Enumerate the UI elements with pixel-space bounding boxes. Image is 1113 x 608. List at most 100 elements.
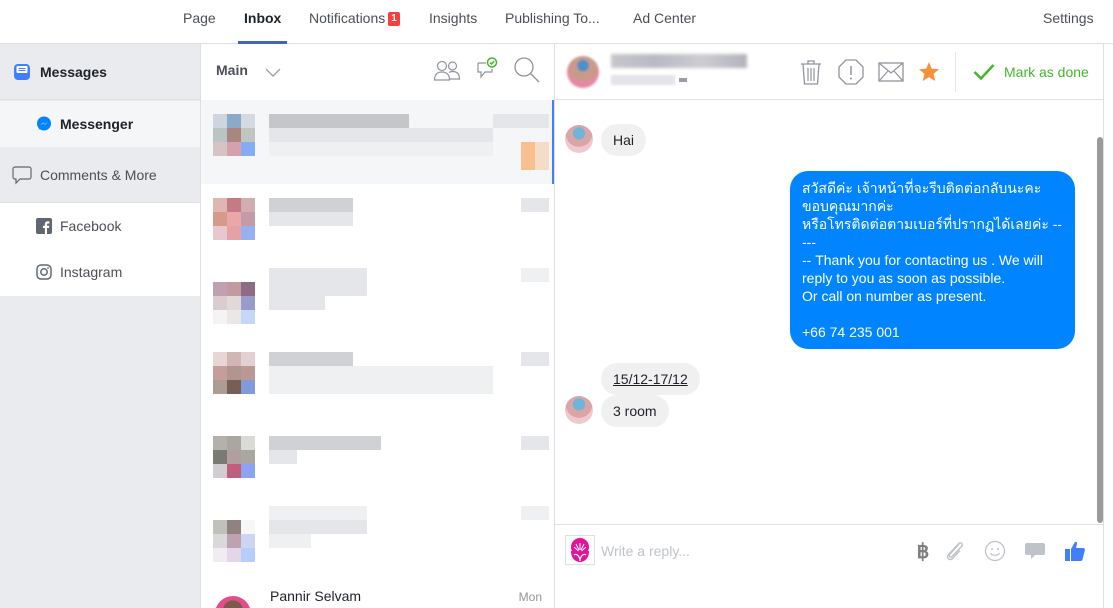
tab-inbox-label: Inbox: [244, 10, 282, 26]
facebook-icon: [36, 218, 52, 234]
sidebar-item-messages-label: Messages: [40, 64, 107, 80]
thread-name-blurred: [269, 436, 381, 450]
currency-baht-icon[interactable]: ฿: [911, 539, 935, 563]
comments-subgroup: Facebook Instagram: [0, 203, 200, 296]
thread-time-blurred: [521, 436, 549, 450]
inbox-sidebar: Messages Messenger Comments & More Faceb…: [0, 44, 200, 608]
message-text: 15/12-17/12: [613, 371, 688, 387]
thread-list-panel: Main Pannir Selvam Mon: [200, 44, 555, 608]
tab-page[interactable]: Page: [183, 0, 216, 44]
reply-input[interactable]: [601, 539, 901, 563]
page-avatar: [565, 535, 595, 565]
sidebar-item-instagram-label: Instagram: [60, 264, 123, 280]
thread-item[interactable]: [201, 100, 554, 184]
emoji-icon[interactable]: [983, 539, 1007, 563]
message-outgoing: สวัสดีค่ะ เจ้าหน้าที่จะรีบติดต่อกลับนะคะ…: [790, 171, 1075, 349]
thread-snippet-blurred: [269, 128, 493, 142]
sidebar-item-facebook-label: Facebook: [60, 218, 122, 234]
notification-count-badge: 1: [388, 12, 400, 26]
message-incoming: 15/12-17/12: [601, 363, 700, 395]
sender-avatar: [565, 396, 593, 424]
mark-as-done-button[interactable]: Mark as done: [973, 58, 1089, 86]
settings-link[interactable]: Settings: [1043, 0, 1094, 44]
thread-snippet-blurred: [269, 142, 493, 156]
tab-inbox[interactable]: Inbox: [237, 0, 288, 44]
contact-avatar[interactable]: [567, 56, 599, 88]
chevron-down-icon: [265, 65, 281, 77]
thread-time-blurred: [521, 198, 549, 212]
thread-snippet-blurred: [269, 520, 367, 534]
sidebar-item-facebook[interactable]: Facebook: [0, 203, 200, 249]
tab-insights[interactable]: Insights: [429, 0, 477, 44]
settings-label: Settings: [1043, 10, 1094, 26]
thread-snippet-blurred: [269, 296, 325, 310]
message-incoming: 3 room: [601, 395, 669, 427]
tab-page-label: Page: [183, 10, 216, 26]
message-text: Hai: [613, 132, 635, 148]
inbox-tray-icon: [13, 63, 31, 81]
chat-check-icon[interactable]: [475, 57, 499, 81]
checkmark-icon: [973, 63, 995, 81]
thread-item[interactable]: [201, 352, 554, 436]
contact-status-blurred: [679, 78, 687, 82]
tab-insights-label: Insights: [429, 10, 478, 26]
top-navigation: Page Inbox Notifications 1 Insights Publi…: [0, 0, 1113, 44]
thread-name-blurred: [269, 352, 353, 366]
sidebar-section-messages[interactable]: Messages: [0, 44, 200, 100]
delete-trash-icon[interactable]: [797, 58, 825, 86]
thread-snippet-blurred: [269, 366, 493, 380]
reply-composer: ฿: [555, 524, 1103, 608]
thread-list-header: Main: [201, 44, 554, 100]
spam-alert-icon[interactable]: [837, 58, 865, 86]
tab-publishing-tools-label: Publishing To...: [505, 10, 600, 26]
like-thumbs-up-icon[interactable]: [1063, 539, 1087, 563]
tab-ad-center[interactable]: Ad Center: [633, 0, 696, 44]
sidebar-item-instagram[interactable]: Instagram: [0, 249, 200, 295]
thread-item[interactable]: [201, 506, 554, 590]
thread-avatar: [215, 596, 251, 608]
sidebar-item-comments[interactable]: Comments & More: [0, 147, 200, 203]
messenger-icon: [36, 116, 52, 132]
speech-bubble-icon: [12, 165, 32, 185]
conversation-panel: Mark as done Hai สวัสดีค่ะ เจ้าหน้าที่จะ…: [555, 44, 1103, 608]
attach-paperclip-icon[interactable]: [943, 539, 967, 563]
thread-name-blurred: [269, 506, 367, 520]
sidebar-item-messenger[interactable]: Messenger: [0, 101, 200, 147]
thread-avatar: [213, 198, 255, 240]
thread-time: Mon: [518, 590, 542, 604]
right-edge-panel: [1103, 44, 1113, 608]
inbox-filter-label: Main: [216, 62, 248, 78]
sidebar-item-messenger-label: Messenger: [60, 116, 134, 132]
conversation-header: Mark as done: [555, 44, 1103, 100]
thread-item-pannir-selvam[interactable]: Pannir Selvam Mon: [201, 584, 554, 608]
tab-notifications-label: Notifications: [309, 10, 386, 26]
thread-item[interactable]: [201, 184, 554, 268]
sidebar-item-messages[interactable]: Messages: [0, 44, 200, 100]
people-icon[interactable]: [433, 58, 461, 82]
inbox-filter-dropdown[interactable]: Main: [216, 62, 281, 78]
thread-avatar: [213, 282, 255, 324]
contact-name-blurred[interactable]: [611, 54, 747, 68]
contact-status-blurred: [611, 75, 675, 85]
thread-snippet-blurred: [269, 380, 493, 394]
mark-unread-envelope-icon[interactable]: [877, 58, 905, 86]
thread-time-blurred: [521, 352, 549, 366]
sidebar-item-comments-label: Comments & More: [40, 166, 157, 183]
message-incoming: Hai: [601, 124, 647, 156]
tab-ad-center-label: Ad Center: [633, 10, 697, 26]
sender-avatar: [565, 125, 593, 153]
thread-avatar: [213, 352, 255, 394]
thread-item[interactable]: [201, 268, 554, 352]
search-icon[interactable]: [513, 56, 541, 84]
thread-avatar: [213, 520, 255, 562]
tab-notifications[interactable]: Notifications 1: [309, 0, 400, 44]
thread-time-blurred: [521, 268, 549, 282]
message-text: 3 room: [613, 403, 657, 419]
star-icon[interactable]: [915, 58, 943, 86]
thread-snippet-blurred: [269, 534, 311, 548]
saved-replies-icon[interactable]: [1023, 539, 1047, 563]
currency-symbol: ฿: [916, 540, 930, 563]
message-text: สวัสดีค่ะ เจ้าหน้าที่จะรีบติดต่อกลับนะคะ…: [802, 180, 1063, 340]
header-divider: [955, 52, 956, 92]
tab-publishing-tools[interactable]: Publishing To...: [505, 0, 600, 44]
